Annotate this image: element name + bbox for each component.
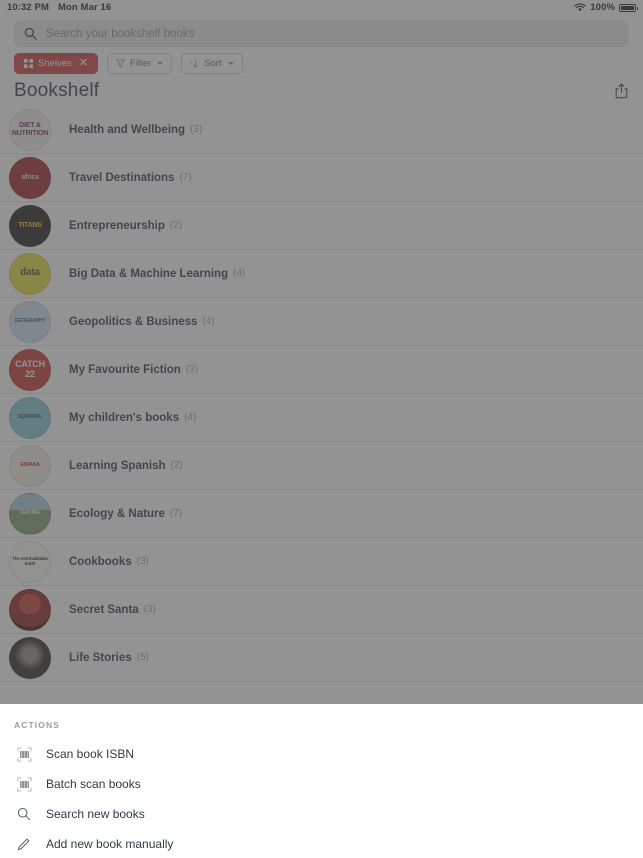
action-scan-book-isbn[interactable]: Scan book ISBN [0,739,643,769]
action-label: Scan book ISBN [46,747,135,761]
action-label: Search new books [46,807,145,821]
pencil-icon [12,837,36,851]
barcode-scan-icon [12,776,36,792]
action-sheet: ACTIONS Scan book ISBN Batch scan books … [0,704,643,858]
app-root: 10:32 PM Mon Mar 16 100% [0,0,643,858]
search-icon [12,807,36,821]
action-search-new-books[interactable]: Search new books [0,799,643,829]
action-list: Scan book ISBN Batch scan books Search n… [0,739,643,858]
action-add-book-manually[interactable]: Add new book manually [0,829,643,858]
action-sheet-heading: ACTIONS [14,720,60,730]
barcode-scan-icon [12,746,36,762]
action-label: Add new book manually [46,837,174,851]
background-app-layer: 10:32 PM Mon Mar 16 100% [0,0,643,704]
action-batch-scan-books[interactable]: Batch scan books [0,769,643,799]
action-label: Batch scan books [46,777,141,791]
modal-scrim-overlay[interactable] [0,0,643,704]
